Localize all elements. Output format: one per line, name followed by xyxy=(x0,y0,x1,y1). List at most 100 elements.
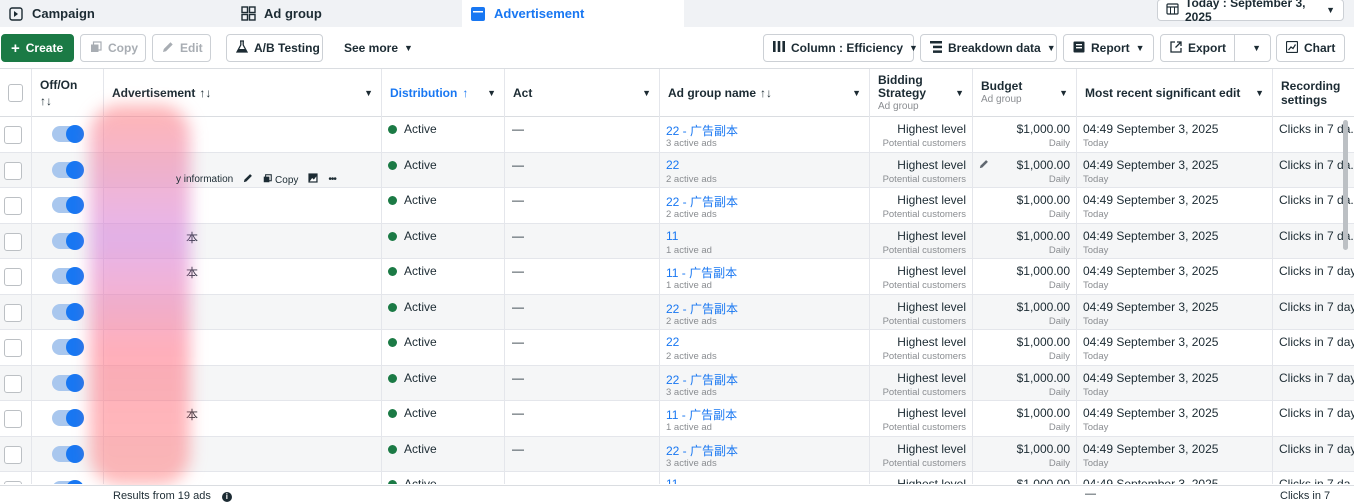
table-row[interactable]: Active —22 - 广告副本 2 active ads Highest leve… xyxy=(0,188,1354,224)
column-off-on[interactable]: Off/On ↑↓ xyxy=(32,69,104,117)
chevron-down-icon[interactable]: ▼ xyxy=(1059,88,1068,98)
table-row[interactable]: Active — 22 2 active ads Highest level Potent… xyxy=(0,330,1354,366)
table-row[interactable]: 本 Active —11 - 广告副本 1 active ad Highest leve… xyxy=(0,259,1354,295)
budget-cell[interactable]: $1,000.00 xyxy=(973,472,1077,484)
ad-group-link[interactable]: 22 - 广告副本 xyxy=(666,442,738,459)
ad-group-link[interactable]: 11 - 广告副本 xyxy=(666,406,737,423)
ad-toggle[interactable] xyxy=(52,444,84,463)
budget-cell[interactable]: $1,000.00 Daily xyxy=(973,436,1077,472)
ad-group-link[interactable]: 22 xyxy=(666,158,679,172)
ad-group-link[interactable]: 11 - 广告副本 xyxy=(666,264,737,281)
ad-toggle[interactable] xyxy=(52,409,84,427)
table-row[interactable]: 本 Active —11 - 广告副本 1 active ad Highest leve… xyxy=(0,401,1354,437)
tab-ad-group[interactable]: Ad group xyxy=(232,0,454,27)
sort-up-icon[interactable]: ↑ xyxy=(462,86,468,100)
budget-cell[interactable]: $1,000.00 Daily xyxy=(973,223,1077,259)
chevron-down-icon[interactable]: ▼ xyxy=(364,88,373,98)
preview-icon[interactable] xyxy=(308,173,318,186)
chevron-down-icon[interactable]: ▼ xyxy=(955,88,964,98)
row-checkbox[interactable] xyxy=(4,445,22,464)
chevron-down-icon[interactable]: ▼ xyxy=(1255,88,1264,98)
ad-toggle[interactable] xyxy=(52,373,84,392)
column-budget[interactable]: Budget Ad group ▼ xyxy=(973,69,1077,117)
ad-toggle[interactable] xyxy=(52,267,84,285)
view-info-link[interactable]: y information xyxy=(176,174,233,185)
ad-group-link[interactable]: 22 - 广告副本 xyxy=(666,122,738,139)
table-row[interactable]: Active —22 - 广告副本 2 active ads Highest leve… xyxy=(0,294,1354,330)
pencil-icon[interactable] xyxy=(979,158,989,172)
date-range-picker[interactable]: Today : September 3, 2025 ▼ xyxy=(1157,0,1344,24)
export-options-button[interactable]: ▼ xyxy=(1234,34,1271,62)
select-all-checkbox[interactable] xyxy=(8,84,23,102)
budget-cell[interactable]: $1,000.00 Daily xyxy=(973,401,1077,436)
budget-cell[interactable]: $1,000.00 Daily xyxy=(973,152,1077,188)
column-act[interactable]: Act ▼ xyxy=(505,69,660,117)
ab-testing-button[interactable]: A/B Testing xyxy=(226,34,323,62)
chevron-down-icon: ▼ xyxy=(1046,43,1056,53)
column-selector[interactable]: Column : Efficiency ▼ xyxy=(763,34,918,62)
ad-group-link[interactable]: 11 xyxy=(666,229,678,243)
chevron-down-icon[interactable]: ▼ xyxy=(852,88,861,98)
table-row[interactable]: Active —22 - 广告副本 3 active ads Highest leve… xyxy=(0,117,1354,153)
row-checkbox[interactable] xyxy=(4,339,22,357)
column-ad-group-name[interactable]: Ad group name ↑↓ ▼ xyxy=(660,69,870,117)
bid-value: Highest level xyxy=(897,193,966,207)
ad-group-link[interactable]: 11 xyxy=(666,477,678,484)
row-checkbox[interactable] xyxy=(4,481,22,484)
column-distribution[interactable]: Distribution ↑ ▼ xyxy=(382,69,505,117)
ad-toggle[interactable] xyxy=(52,302,84,321)
row-checkbox[interactable] xyxy=(4,303,22,322)
table-row[interactable]: Active 11 Highest level $1,000.00 04:49 Sept… xyxy=(0,472,1354,484)
copy-button[interactable]: Copy xyxy=(80,34,146,62)
ad-group-link[interactable]: 22 - 广告副本 xyxy=(666,300,738,317)
ad-group-link[interactable]: 22 xyxy=(666,335,679,349)
row-checkbox[interactable] xyxy=(4,161,22,180)
column-bidding-strategy[interactable]: Bidding Strategy Ad group ▼ xyxy=(870,69,973,117)
row-checkbox[interactable] xyxy=(4,126,22,144)
table-row[interactable]: 本 Active —11 1 active ad Highest level Potent… xyxy=(0,223,1354,259)
chevron-down-icon[interactable]: ▼ xyxy=(487,88,496,98)
ad-group-link[interactable]: 22 - 广告副本 xyxy=(666,371,738,388)
budget-cell[interactable]: $1,000.00 Daily xyxy=(973,117,1077,152)
row-copy-button[interactable]: Copy xyxy=(263,173,298,186)
ad-toggle[interactable] xyxy=(52,160,84,179)
table-row[interactable]: Active —22 - 广告副本 3 active ads Highest leve… xyxy=(0,436,1354,472)
tab-advertisement[interactable]: Advertisement xyxy=(462,0,684,27)
see-more-button[interactable]: See more ▼ xyxy=(334,34,414,62)
breakdown-button[interactable]: Breakdown data ▼ xyxy=(920,34,1057,62)
more-options-icon[interactable]: ••• xyxy=(328,174,336,185)
report-button[interactable]: Report ▼ xyxy=(1063,34,1154,62)
row-checkbox[interactable] xyxy=(4,232,22,251)
column-recent-edit[interactable]: Most recent significant edit ▼ xyxy=(1077,69,1273,117)
ad-toggle[interactable] xyxy=(52,231,84,250)
chart-button[interactable]: Chart xyxy=(1276,34,1345,62)
row-checkbox[interactable] xyxy=(4,197,22,215)
chevron-down-icon[interactable]: ▼ xyxy=(642,88,651,98)
pencil-icon[interactable] xyxy=(243,173,253,186)
ad-toggle[interactable] xyxy=(52,196,84,214)
budget-cell[interactable]: $1,000.00 Daily xyxy=(973,330,1077,365)
create-button[interactable]: + Create xyxy=(1,34,74,62)
edit-button[interactable]: Edit xyxy=(152,34,211,62)
budget-cell[interactable]: $1,000.00 Daily xyxy=(973,188,1077,223)
export-button[interactable]: Export xyxy=(1160,34,1235,62)
sort-icon[interactable]: ↑↓ xyxy=(40,94,52,108)
sort-icon[interactable]: ↑↓ xyxy=(760,86,772,100)
row-checkbox[interactable] xyxy=(4,410,22,428)
sort-icon[interactable]: ↑↓ xyxy=(199,86,211,100)
ad-toggle[interactable] xyxy=(52,480,84,484)
ad-toggle[interactable] xyxy=(52,338,84,356)
ad-toggle[interactable] xyxy=(52,125,84,143)
row-checkbox[interactable] xyxy=(4,268,22,286)
tab-advertisement-label: Advertisement xyxy=(494,6,585,21)
table-row[interactable]: Active —22 - 广告副本 3 active ads Highest leve… xyxy=(0,365,1354,401)
column-recording[interactable]: Recording settings xyxy=(1273,69,1354,117)
vertical-scrollbar[interactable] xyxy=(1343,120,1348,250)
budget-cell[interactable]: $1,000.00 Daily xyxy=(973,259,1077,294)
row-checkbox[interactable] xyxy=(4,374,22,393)
budget-cell[interactable]: $1,000.00 Daily xyxy=(973,294,1077,330)
budget-cell[interactable]: $1,000.00 Daily xyxy=(973,365,1077,401)
info-icon[interactable]: i xyxy=(221,492,232,502)
ad-group-link[interactable]: 22 - 广告副本 xyxy=(666,193,738,210)
tab-campaign[interactable]: Campaign xyxy=(0,0,224,27)
